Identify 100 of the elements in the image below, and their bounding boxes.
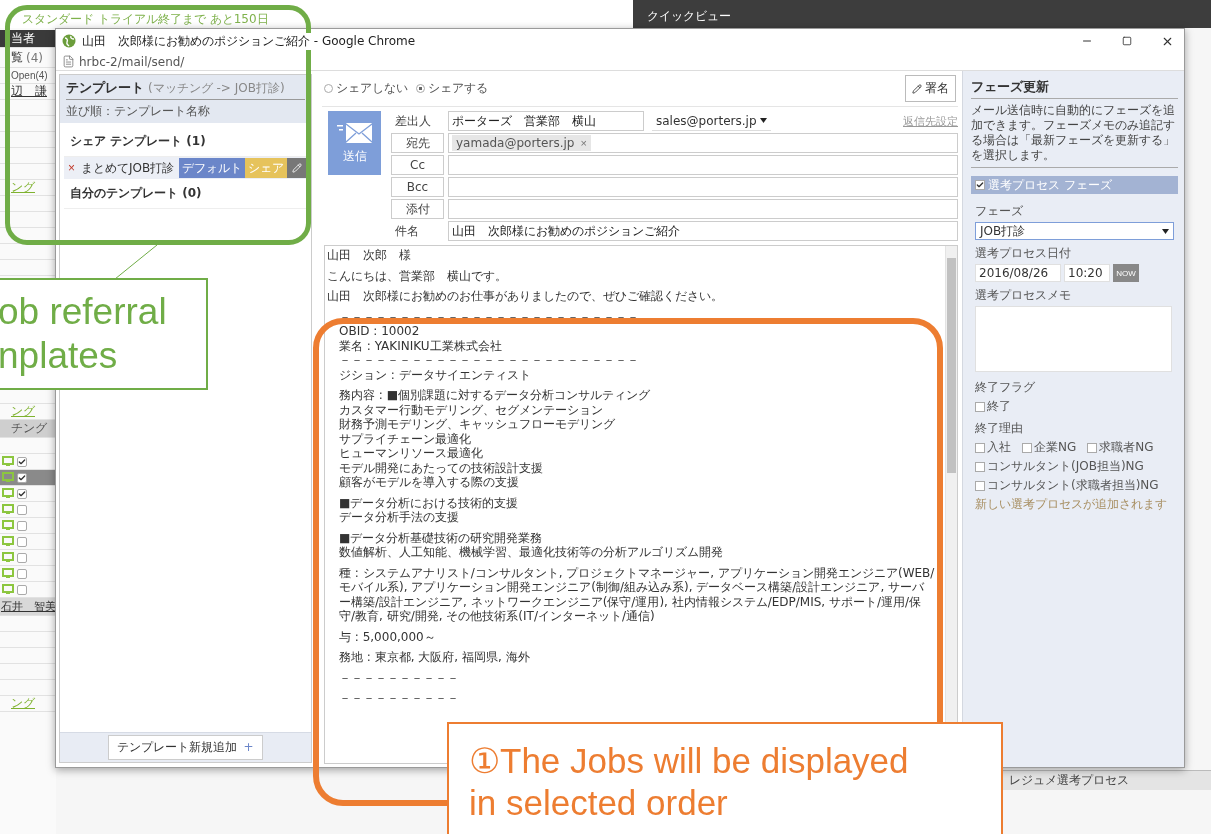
caret-icon bbox=[759, 118, 767, 123]
quick-view-bar: クイックビュー bbox=[633, 0, 1211, 28]
leader-line bbox=[113, 245, 159, 279]
body-line: モデル開発にあたっての技術設計支援 bbox=[339, 460, 543, 475]
field-label: フェーズ bbox=[974, 203, 1024, 220]
reason-checkbox[interactable]: 入社 bbox=[975, 439, 1011, 456]
body-line: ヒューマンリソース最適化 bbox=[339, 446, 483, 461]
reason-checkbox[interactable]: コンサルタント(求職者担当)NG bbox=[975, 477, 1159, 494]
panel-subtitle: (マッチング -> JOB打診) bbox=[148, 80, 285, 97]
field-button[interactable]: Cc bbox=[391, 155, 444, 175]
body-line: 数値解析、人工知能、機械学習、最適化技術等の分析アルゴリズム開発 bbox=[339, 545, 723, 560]
reason-checkbox[interactable]: 企業NG bbox=[1022, 439, 1077, 456]
address-field[interactable] bbox=[448, 199, 958, 219]
field-label: 終了理由 bbox=[974, 420, 1024, 437]
body-line: 財務予測モデリング、キャッシュフローモデリング bbox=[339, 417, 615, 432]
field-label: 選考プロセスメモ bbox=[974, 287, 1072, 304]
row-checkbox[interactable] bbox=[17, 552, 27, 563]
sort-order: 並び順：テンプレート名称 bbox=[66, 103, 211, 120]
share-radio[interactable]: シェアする bbox=[416, 80, 488, 97]
body-line: ■データ分析における技術的支援 bbox=[339, 495, 519, 510]
envelope-icon bbox=[336, 121, 373, 144]
field-label: 差出人 bbox=[394, 112, 432, 130]
end-flag-checkbox[interactable]: 終了 bbox=[975, 398, 1011, 415]
delete-button[interactable]: × bbox=[66, 161, 77, 175]
check-icon bbox=[976, 181, 984, 189]
address-field[interactable]: yamada@porters.jp × bbox=[448, 133, 958, 153]
body-line: データ分析手法の支援 bbox=[339, 510, 459, 525]
row-checkbox[interactable] bbox=[17, 488, 27, 499]
monitor-icon[interactable] bbox=[2, 584, 14, 595]
recipient-chip[interactable]: yamada@porters.jp × bbox=[452, 135, 591, 151]
time-field[interactable]: 10:20 bbox=[1064, 264, 1110, 282]
body-line: OBID : 10002 bbox=[339, 324, 420, 339]
row-checkbox[interactable] bbox=[17, 520, 27, 531]
row-checkbox[interactable] bbox=[17, 472, 27, 483]
body-line: 山田 次郎 様 bbox=[327, 248, 411, 263]
now-button[interactable]: NOW bbox=[1113, 264, 1139, 282]
url-text[interactable]: hrbc-2/mail/send/ bbox=[79, 54, 185, 69]
signature-button[interactable]: 署名 bbox=[905, 75, 956, 102]
group-header: チング bbox=[11, 420, 47, 437]
body-line: サプライチェーン最適化 bbox=[339, 431, 471, 446]
row-checkbox[interactable] bbox=[17, 536, 27, 547]
field-label: 件名 bbox=[394, 222, 420, 240]
memo-field[interactable] bbox=[975, 306, 1172, 372]
background-tab[interactable]: レジュメ選考プロセス bbox=[1001, 770, 1211, 790]
phase-select[interactable]: JOB打診 bbox=[975, 222, 1174, 240]
body-line: 務地 : 東京都, 大阪府, 福岡県, 海外 bbox=[339, 650, 530, 665]
monitor-icon[interactable] bbox=[2, 536, 14, 547]
remove-button[interactable]: × bbox=[580, 136, 587, 150]
monitor-icon[interactable] bbox=[2, 504, 14, 515]
template-name: まとめてJOB打診 bbox=[81, 159, 175, 177]
address-field[interactable] bbox=[448, 177, 958, 197]
body-line: 種 : システムアナリスト/コンサルタント, プロジェクトマネージャー, アプリケーション開発エンジニア(WEB/モバイル系), アプリケーション開発エンジニア(制御/組み込み系), データベース構築/設計エンジニア, サーバー構築/設計エンジニア, ネットワークエンジニア(保守/運用), 社内情報システム/EDP/MIS, サポート/運用/保守/教育, 研究/開発, その他技術系(IT/インターネット/通信) bbox=[339, 565, 935, 624]
window-title: 山田 次郎様にお勧めのポジションご紹介 - Google Chrome bbox=[82, 32, 418, 50]
template-tag[interactable]: デフォルト bbox=[179, 158, 245, 178]
monitor-icon[interactable] bbox=[2, 552, 14, 563]
candidate-name[interactable]: 辺 謙 bbox=[11, 84, 47, 99]
body-line: 山田 次郎様にお勧めのお仕事がありましたので、ぜひご確認ください。 bbox=[327, 289, 723, 304]
row-checkbox[interactable] bbox=[17, 504, 27, 515]
body-line: カスタマー行動モデリング、セグメンテーション bbox=[339, 402, 603, 417]
edit-button[interactable] bbox=[287, 158, 307, 178]
annotation-tooltip: ob referral nplates bbox=[0, 278, 208, 390]
body-line: 務内容 : ■個別課題に対するデータ分析コンサルティング bbox=[339, 388, 650, 403]
scrollbar-thumb[interactable] bbox=[947, 258, 956, 473]
body-line: ■データ分析基礎技術の研究開発業務 bbox=[339, 530, 543, 545]
share-radio[interactable]: シェアしない bbox=[324, 80, 408, 97]
caret-icon bbox=[1162, 228, 1169, 234]
pencil-icon bbox=[292, 163, 302, 173]
row-checkbox[interactable] bbox=[17, 568, 27, 579]
add-template-button[interactable]: テンプレート新規追加 + bbox=[108, 735, 263, 760]
field-button[interactable]: Bcc bbox=[391, 177, 444, 197]
globe-icon bbox=[62, 34, 76, 48]
row-checkbox[interactable] bbox=[17, 456, 27, 467]
date-field[interactable]: 2016/08/26 bbox=[975, 264, 1061, 282]
body-line: ジション : データサイエンティスト bbox=[339, 367, 531, 382]
sender-field[interactable]: ポーターズ 営業部 横山 bbox=[448, 111, 644, 131]
section-checkbox[interactable] bbox=[975, 180, 985, 190]
section-label: 選考プロセス フェーズ bbox=[988, 176, 1112, 194]
body-line: －－－－－－－－－－ bbox=[339, 670, 459, 685]
monitor-icon[interactable] bbox=[2, 520, 14, 531]
reason-checkbox[interactable]: コンサルタント(JOB担当)NG bbox=[975, 458, 1144, 475]
pencil-icon bbox=[912, 83, 922, 94]
body-line: こんにちは、営業部 横山です。 bbox=[327, 268, 507, 283]
subject-field[interactable]: 山田 次郎様にお勧めのポジションご紹介 bbox=[448, 221, 958, 241]
maximize-icon bbox=[1122, 36, 1132, 46]
annotation-tooltip: ①The Jobs will be displayed in selected order bbox=[447, 722, 1003, 834]
body-line: －－－－－－－－－－－－－－－－－－－－－－－－－ bbox=[339, 309, 639, 324]
body-line: 与 : 5,000,000～ bbox=[339, 629, 436, 644]
list-count: (4) bbox=[26, 50, 43, 65]
address-field[interactable] bbox=[448, 155, 958, 175]
status-tab[interactable]: Open(4) bbox=[11, 70, 48, 81]
panel-title: テンプレート bbox=[66, 79, 144, 97]
reason-checkbox[interactable]: 求職者NG bbox=[1087, 439, 1154, 456]
field-button[interactable]: 添付 bbox=[391, 199, 444, 219]
row-checkbox[interactable] bbox=[17, 584, 27, 595]
candidate-name[interactable]: 石井 智美 bbox=[1, 599, 56, 614]
field-button[interactable]: 宛先 bbox=[391, 133, 444, 153]
monitor-icon[interactable] bbox=[2, 568, 14, 579]
template-row[interactable]: × まとめてJOB打診 デフォルト シェア bbox=[64, 157, 307, 179]
field-label: 終了フラグ bbox=[974, 379, 1036, 396]
page-icon bbox=[62, 55, 75, 68]
